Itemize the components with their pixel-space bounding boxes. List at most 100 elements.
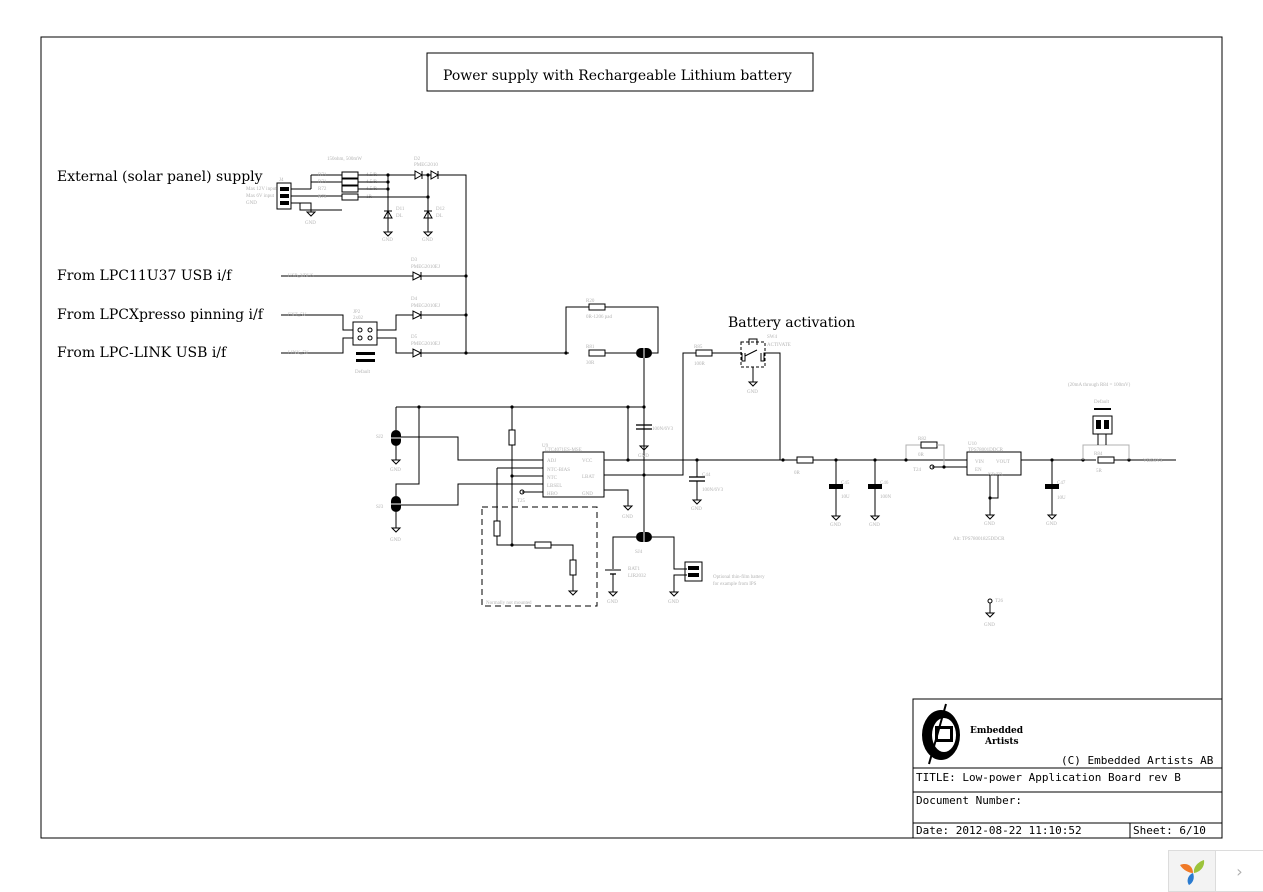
svg-text:NTC: NTC <box>547 476 558 481</box>
svg-text:100N: 100N <box>880 495 892 500</box>
svg-text:GND: GND <box>382 238 393 243</box>
svg-text:SW4: SW4 <box>767 335 778 340</box>
external-supply-block: J4 Max 12V input Max 6V input GND 150ohm… <box>246 157 467 352</box>
sheet-title: Power supply with Rechargeable Lithium b… <box>443 68 792 84</box>
svg-text:SJ3: SJ3 <box>376 505 384 510</box>
yii-logo-icon <box>1180 860 1205 885</box>
svg-text:D2: D2 <box>414 157 421 162</box>
label-lpcxpresso: From LPCXpresso pinning i/f <box>57 307 265 323</box>
svg-text:DL: DL <box>436 214 443 219</box>
svg-text:LIR2032: LIR2032 <box>628 574 647 579</box>
sheet-border <box>40 36 1223 839</box>
svg-text:GND: GND <box>691 507 702 512</box>
diode-d5 <box>412 348 423 358</box>
svg-text:VOUT: VOUT <box>996 460 1010 465</box>
svg-text:SJ2: SJ2 <box>376 435 384 440</box>
charger-ic-block: SJ2 GND SJ3 GND U9 LTC4071ES-MSE ADJ NTC… <box>376 405 783 545</box>
resistor-r84 <box>1097 456 1115 464</box>
svg-text:ADJ: ADJ <box>547 459 556 464</box>
svg-text:Default: Default <box>1094 400 1110 405</box>
label-lpclink: From LPC-LINK USB i/f <box>57 345 228 361</box>
resistor-r71b <box>341 178 359 186</box>
battery-block: GND SJ4 BAT1 LIR2032 GND Optional thin-f… <box>605 460 765 605</box>
svg-text:GND: GND <box>390 468 401 473</box>
svg-text:Artists: Artists <box>984 737 1019 747</box>
resistor-r20 <box>588 303 606 311</box>
svg-text:D12: D12 <box>436 207 445 212</box>
svg-text:T24: T24 <box>913 468 922 473</box>
svg-text:D11: D11 <box>396 207 405 212</box>
resistor-r88 <box>796 456 814 464</box>
label-lpc11u37: From LPC11U37 USB i/f <box>57 268 233 284</box>
connector-j6 <box>684 561 703 582</box>
regulator-block: 0R C45 10U GND C46 100N GND R82 0R T24 U… <box>781 383 1176 628</box>
svg-text:LINK_5V: LINK_5V <box>288 351 309 356</box>
svg-text:0R: 0R <box>918 453 925 458</box>
svg-text:LBSEL: LBSEL <box>547 484 562 489</box>
svg-text:R85: R85 <box>694 345 703 350</box>
diode-d2a <box>414 170 424 180</box>
svg-text:GND: GND <box>390 538 401 543</box>
svg-text:R71: R71 <box>318 173 327 178</box>
svg-text:TPS78001DDCR: TPS78001DDCR <box>968 448 1004 453</box>
svg-text:VDD3V3: VDD3V3 <box>1143 459 1163 464</box>
diode-d3 <box>412 271 423 281</box>
svg-text:JP2: JP2 <box>353 310 361 315</box>
svg-text:Alt: TPS78001825DDCR: Alt: TPS78001825DDCR <box>953 537 1005 542</box>
svg-text:R71: R71 <box>318 180 327 185</box>
company-label: (C) Embedded Artists AB <box>1061 754 1214 767</box>
viewer-nav-widget: › <box>1168 850 1263 892</box>
svg-text:R73: R73 <box>318 195 327 200</box>
embedded-artists-logo: Embedded Artists <box>922 703 1024 765</box>
svg-text:PMEG2010EJ: PMEG2010EJ <box>411 342 440 347</box>
svg-text:LBAT: LBAT <box>582 475 595 480</box>
svg-text:VCC: VCC <box>582 459 593 464</box>
svg-text:T25: T25 <box>517 499 526 504</box>
document-number-label: Document Number: <box>916 794 1022 807</box>
svg-text:0R: 0R <box>794 471 801 476</box>
svg-text:DL: DL <box>396 214 403 219</box>
svg-text:C46: C46 <box>880 481 889 486</box>
svg-text:GND: GND <box>305 221 316 226</box>
svg-text:D3: D3 <box>411 258 418 263</box>
diode-d2b <box>430 170 440 180</box>
svg-text:U10: U10 <box>968 442 977 447</box>
svg-text:D4: D4 <box>411 297 418 302</box>
svg-text:PMEG2010EJ: PMEG2010EJ <box>411 265 440 270</box>
svg-text:R84: R84 <box>1094 452 1103 457</box>
svg-text:GND: GND <box>869 523 880 528</box>
resistor-r85 <box>695 349 713 357</box>
svg-text:10U: 10U <box>841 495 850 500</box>
svg-text:GND: GND <box>668 600 679 605</box>
svg-text:Default: Default <box>355 370 371 375</box>
svg-text:VIN: VIN <box>975 460 984 465</box>
j4-ref: J4 <box>279 178 284 183</box>
title-label: TITLE: Low-power Application Board rev B <box>916 771 1181 784</box>
svg-text:NTC-BIAS: NTC-BIAS <box>547 468 570 473</box>
svg-text:T26: T26 <box>995 599 1004 604</box>
svg-text:GND: GND <box>582 492 593 497</box>
svg-text:30R: 30R <box>586 361 595 366</box>
svg-text:LTC4071ES-MSE: LTC4071ES-MSE <box>545 448 582 453</box>
svg-text:GND: GND <box>984 522 995 527</box>
viewer-logo[interactable] <box>1169 851 1216 891</box>
svg-text:100N/6V3: 100N/6V3 <box>702 488 724 493</box>
label-external-supply: External (solar panel) supply <box>57 169 263 185</box>
charger-input-block: R20 0R-1206 pad R81 30R 100N/6V3 GND <box>564 299 674 460</box>
svg-text:R72: R72 <box>318 187 327 192</box>
resistor-r81 <box>588 349 606 357</box>
not-mounted-block: Normally not mounted <box>481 506 598 607</box>
date-label: Date: 2012-08-22 11:10:52 <box>916 824 1082 837</box>
j4-note-2: Max 6V input <box>246 194 275 199</box>
svg-text:GND: GND <box>830 523 841 528</box>
resistor-r72 <box>341 185 359 193</box>
resistor-r82 <box>920 441 938 449</box>
resistor-r71a <box>341 171 359 179</box>
next-page-button[interactable]: › <box>1216 851 1263 891</box>
svg-text:for example from IPS: for example from IPS <box>713 582 757 587</box>
svg-text:PMEG2010: PMEG2010 <box>414 163 438 168</box>
svg-text:GND: GND <box>638 454 649 459</box>
svg-text:USB_VBUS: USB_VBUS <box>288 274 314 279</box>
jumper-jp2 <box>352 321 378 346</box>
usb-inputs-block: USB_VBUS D3 PMEG2010EJ EXT_5V LINK_5V JP… <box>281 258 569 375</box>
